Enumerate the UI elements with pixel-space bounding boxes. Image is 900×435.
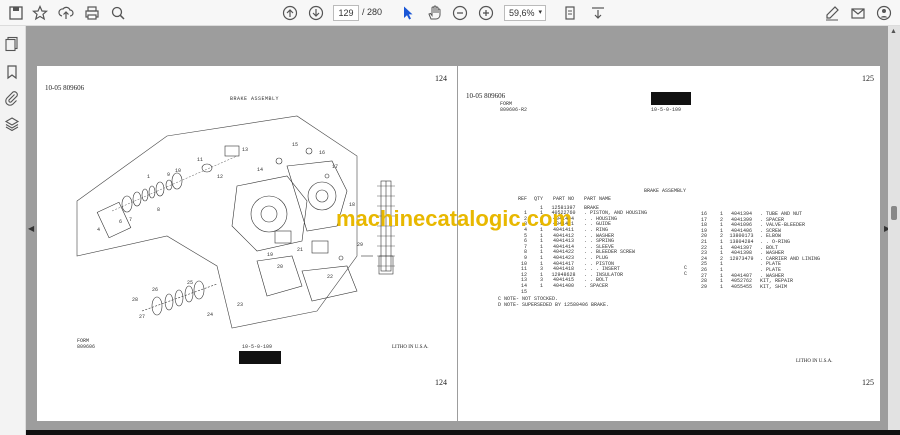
- ref-cell: 29: [700, 283, 707, 290]
- pages-icon[interactable]: [4, 36, 22, 54]
- document-viewer[interactable]: ◀ ▶ ▲ 124 10-05 809606 BRAKE ASSEMBLY: [26, 26, 900, 435]
- vertical-scrollbar[interactable]: ▲: [888, 26, 900, 435]
- save-icon[interactable]: [6, 3, 26, 23]
- svg-text:17: 17: [332, 164, 338, 170]
- part-no-cell: [546, 290, 584, 296]
- svg-text:9: 9: [167, 172, 170, 178]
- svg-text:14: 14: [257, 167, 263, 173]
- top-toolbar: 129 / 280 59,6% ▾: [0, 0, 900, 26]
- page-number-top: 125: [862, 74, 874, 83]
- form-number: 809606: [77, 344, 96, 350]
- help-icon[interactable]: [874, 3, 894, 23]
- svg-text:20: 20: [277, 264, 283, 270]
- c-marks: C C: [684, 265, 688, 277]
- left-sidebar: [0, 26, 26, 435]
- diagram-title: BRAKE ASSEMBLY: [230, 96, 280, 102]
- svg-text:10: 10: [175, 168, 181, 174]
- page-total: / 280: [362, 7, 383, 17]
- table-row: 15: [510, 288, 650, 296]
- svg-text:15: 15: [292, 142, 298, 148]
- svg-text:11: 11: [197, 157, 203, 163]
- svg-text:23: 23: [237, 302, 243, 308]
- table-title: BRAKE ASSEMBLY: [644, 188, 687, 194]
- notes: C NOTE- NOT STOCKED. D NOTE- SUPERSEDED …: [498, 296, 609, 308]
- svg-text:13: 13: [242, 147, 248, 153]
- redaction-strip: [239, 351, 281, 364]
- svg-text:21: 21: [297, 247, 303, 253]
- attachments-icon[interactable]: [4, 90, 22, 108]
- svg-text:29: 29: [357, 242, 363, 248]
- parts-table-right: 16 1 4041394. TUBE AND NUT 17 2 4041399. SPAC…: [694, 211, 823, 291]
- svg-text:16: 16: [319, 150, 325, 156]
- page-header: 10-05 809606: [45, 84, 85, 92]
- page-number-bottom: 125: [862, 378, 874, 387]
- right-page: 125 10-05 809606 FORM 809606-R2 10-5-0-1…: [458, 66, 880, 421]
- zoom-select[interactable]: 59,6% ▾: [504, 5, 546, 21]
- part-name-cell: KIT, SHIM: [760, 283, 788, 290]
- scroll-mode-icon[interactable]: [588, 3, 608, 23]
- fit-page-icon[interactable]: [560, 3, 580, 23]
- part-no-cell: 4055455: [730, 283, 752, 290]
- page-number-input[interactable]: 129: [333, 5, 359, 21]
- zoom-out-icon[interactable]: [450, 3, 470, 23]
- parts-rows-right: 16 1 4041394. TUBE AND NUT 17 2 4041399. SPAC…: [694, 211, 823, 291]
- sign-icon[interactable]: [822, 3, 842, 23]
- bookmark-star-icon[interactable]: [30, 3, 50, 23]
- table-row: 29 1 4055455 KIT, SHIM: [694, 283, 823, 291]
- part-name-cell: [584, 290, 650, 296]
- note-line: D NOTE- SUPERSEDED BY 12580406 BRAKE.: [498, 302, 610, 308]
- svg-text:4: 4: [97, 227, 100, 233]
- svg-text:26: 26: [152, 287, 158, 293]
- svg-text:24: 24: [207, 312, 213, 318]
- zoom-value: 59,6%: [509, 8, 535, 18]
- svg-text:28: 28: [132, 297, 138, 303]
- form-number: 809606-R2: [500, 107, 528, 113]
- chevron-down-icon: ▾: [538, 9, 542, 16]
- page-up-icon[interactable]: [280, 3, 300, 23]
- svg-text:19: 19: [267, 252, 273, 258]
- diagram-code: 10-5-0-109: [242, 344, 273, 350]
- left-page: 124 10-05 809606 BRAKE ASSEMBLY 1 4 6 7 …: [37, 66, 457, 421]
- diagram-code: 10-5-0-109: [651, 107, 682, 113]
- scroll-thumb[interactable]: [891, 206, 897, 220]
- svg-text:8: 8: [157, 207, 160, 213]
- c-mark: C: [684, 270, 688, 277]
- litho-text: LITHO IN U.S.A.: [392, 345, 429, 350]
- svg-text:6: 6: [119, 219, 122, 225]
- hand-icon[interactable]: [424, 3, 444, 23]
- print-icon[interactable]: [82, 3, 102, 23]
- watermark-text: machinecatalogic.com: [336, 206, 572, 231]
- svg-text:7: 7: [129, 217, 132, 223]
- qty-cell: 1: [719, 283, 723, 290]
- prev-page-arrow-icon[interactable]: ◀: [28, 224, 34, 233]
- bookmarks-icon[interactable]: [4, 64, 22, 82]
- scroll-up-icon[interactable]: ▲: [890, 28, 897, 35]
- redaction-strip: [651, 92, 691, 105]
- svg-text:22: 22: [327, 274, 333, 280]
- ref-cell: 15: [520, 288, 527, 295]
- page-number-top: 124: [435, 74, 447, 83]
- svg-text:25: 25: [187, 280, 193, 286]
- upload-icon[interactable]: [56, 3, 76, 23]
- litho-text: LITHO IN U.S.A.: [796, 359, 833, 364]
- svg-text:1: 1: [147, 174, 150, 180]
- layers-icon[interactable]: [4, 116, 22, 134]
- page-down-icon[interactable]: [306, 3, 326, 23]
- svg-text:27: 27: [139, 314, 145, 320]
- zoom-search-icon[interactable]: [108, 3, 128, 23]
- svg-text:12: 12: [217, 174, 223, 180]
- page-header: 10-05 809606: [466, 92, 506, 100]
- page-number-bottom: 124: [435, 378, 447, 387]
- email-icon[interactable]: [848, 3, 868, 23]
- zoom-in-icon[interactable]: [476, 3, 496, 23]
- bottom-bar: [26, 430, 900, 435]
- cursor-icon[interactable]: [398, 3, 418, 23]
- qty-cell: [530, 290, 546, 296]
